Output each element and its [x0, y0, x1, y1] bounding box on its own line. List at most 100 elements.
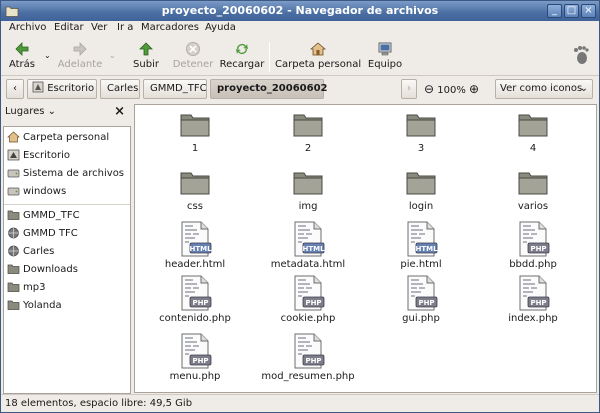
place-windows[interactable]: windows [6, 183, 128, 200]
file-name: contenido.php [159, 313, 231, 324]
title-bar[interactable]: proyecto_20060602 - Navegador de archivo… [1, 1, 599, 21]
folder-item[interactable]: 3 [371, 109, 471, 154]
file-item[interactable]: HTML pie.html [371, 221, 471, 270]
menu-ir-a[interactable]: Ir a [117, 22, 133, 33]
places-selector[interactable]: Lugares ⌄ [5, 106, 56, 117]
place-label: Sistema de archivos [23, 168, 125, 179]
folder-icon [7, 210, 20, 220]
file-item[interactable]: PHP index.php [483, 275, 583, 324]
back-label: Atrás [8, 59, 36, 70]
file-name: 1 [191, 143, 199, 154]
home-icon [310, 42, 326, 56]
folder-item[interactable]: 1 [145, 109, 245, 154]
file-item[interactable]: PHP contenido.php [145, 275, 245, 324]
menu-editar[interactable]: Editar [54, 22, 84, 33]
zoom-level[interactable]: 100% [437, 85, 466, 96]
bookmark-label: Carles [23, 246, 55, 257]
stop-button[interactable]: Detener [169, 38, 217, 74]
zoom-in-icon[interactable]: ⊕ [469, 82, 479, 96]
zoom-out-icon[interactable]: ⊖ [424, 82, 434, 96]
file-item[interactable]: PHP bbdd.php [483, 221, 583, 270]
bookmark-downloads[interactable]: Downloads [6, 261, 128, 278]
back-button[interactable]: Atrás [5, 38, 39, 74]
file-name: 3 [417, 143, 425, 154]
file-item[interactable]: PHP gui.php [371, 275, 471, 324]
menu-ayuda[interactable]: Ayuda [205, 22, 236, 33]
bookmark-carles[interactable]: Carles [6, 243, 128, 260]
file-name: bbdd.php [509, 259, 557, 270]
breadcrumb-current[interactable]: proyecto_20060602 [210, 79, 328, 99]
home-button[interactable]: Carpeta personal [275, 38, 361, 74]
view-mode-select[interactable]: Ver como iconos ⌄ [495, 79, 593, 99]
svg-text:PHP: PHP [192, 357, 208, 365]
folder-item[interactable]: css [145, 167, 245, 212]
svg-text:PHP: PHP [305, 357, 321, 365]
folder-item[interactable]: img [258, 167, 358, 212]
stop-label: Detener [172, 59, 214, 70]
icon-view[interactable]: 1 2 3 4 css img login varios HTML header.html HTML… [134, 104, 597, 393]
forward-history-dropdown[interactable]: ⌄ [104, 38, 116, 74]
computer-button[interactable]: Equipo [365, 38, 405, 74]
file-item[interactable]: HTML metadata.html [258, 221, 358, 270]
close-window-button[interactable]: × [581, 4, 596, 18]
folder-item[interactable]: 2 [258, 109, 358, 154]
up-label: Subir [133, 59, 159, 70]
location-toggle-button[interactable]: ‹ [6, 79, 24, 99]
forward-button[interactable]: Adelante [57, 38, 103, 74]
folder-item[interactable]: 4 [483, 109, 583, 154]
folder-icon [483, 109, 583, 141]
close-pane-icon[interactable]: × [114, 104, 125, 119]
breadcrumb-label: Carles [107, 83, 139, 94]
file-item[interactable]: PHP menu.php [145, 333, 245, 382]
folder-icon [145, 109, 245, 141]
place-carpeta-personal[interactable]: Carpeta personal [6, 129, 128, 146]
forward-label: Adelante [57, 59, 103, 70]
svg-text:PHP: PHP [305, 299, 321, 307]
svg-text:PHP: PHP [530, 299, 546, 307]
php-file-icon: PHP [371, 275, 471, 311]
places-separator [4, 204, 130, 205]
bookmark-yolanda[interactable]: Yolanda [6, 297, 128, 314]
php-file-icon: PHP [483, 221, 583, 257]
back-history-dropdown[interactable]: ⌄ [39, 38, 51, 74]
bookmark-mp3[interactable]: mp3 [6, 279, 128, 296]
folder-icon [7, 300, 20, 310]
bookmark-gmmd-tfc-network[interactable]: GMMD TFC [6, 225, 128, 242]
maximize-button[interactable]: □ [564, 4, 579, 18]
places-list: Carpeta personal Escritorio Sistema de a… [3, 126, 131, 394]
breadcrumb-gmmd-tfc[interactable]: GMMD_TFC [143, 79, 207, 99]
folder-item[interactable]: login [371, 167, 471, 212]
place-sistema-de-archivos[interactable]: Sistema de archivos [6, 165, 128, 182]
side-pane: Lugares ⌄ × Carpeta personal Escritorio … [1, 104, 132, 394]
svg-text:HTML: HTML [302, 245, 325, 253]
breadcrumb-escritorio[interactable]: Escritorio [27, 79, 97, 99]
file-name: cookie.php [280, 313, 336, 324]
breadcrumb-label: GMMD_TFC [150, 83, 207, 94]
folder-icon [483, 167, 583, 199]
menu-ver[interactable]: Ver [91, 22, 107, 33]
file-item[interactable]: HTML header.html [145, 221, 245, 270]
menu-marcadores[interactable]: Marcadores [141, 22, 199, 33]
minimize-button[interactable]: _ [547, 4, 562, 18]
bookmark-label: Yolanda [23, 300, 62, 311]
file-item[interactable]: PHP cookie.php [258, 275, 358, 324]
file-item[interactable]: PHP mod_resumen.php [258, 333, 358, 382]
zoom-control: ⊖ 100% ⊕ [424, 82, 479, 96]
drive-icon [7, 187, 20, 196]
breadcrumb-carles[interactable]: Carles [100, 79, 140, 99]
folder-icon [371, 109, 471, 141]
svg-text:PHP: PHP [530, 245, 546, 253]
breadcrumb-scroll-right[interactable]: › [401, 79, 417, 99]
folder-icon [258, 167, 358, 199]
html-file-icon: HTML [258, 221, 358, 257]
bookmark-gmmd-tfc[interactable]: GMMD_TFC [6, 207, 128, 224]
up-button[interactable]: Subir [129, 38, 163, 74]
forward-arrow-icon [73, 42, 87, 56]
folder-item[interactable]: varios [483, 167, 583, 212]
reload-button[interactable]: Recargar [219, 38, 265, 74]
php-file-icon: PHP [258, 275, 358, 311]
place-escritorio[interactable]: Escritorio [6, 147, 128, 164]
computer-label: Equipo [367, 59, 403, 70]
bookmark-label: GMMD_TFC [23, 210, 80, 221]
menu-archivo[interactable]: Archivo [9, 22, 46, 33]
